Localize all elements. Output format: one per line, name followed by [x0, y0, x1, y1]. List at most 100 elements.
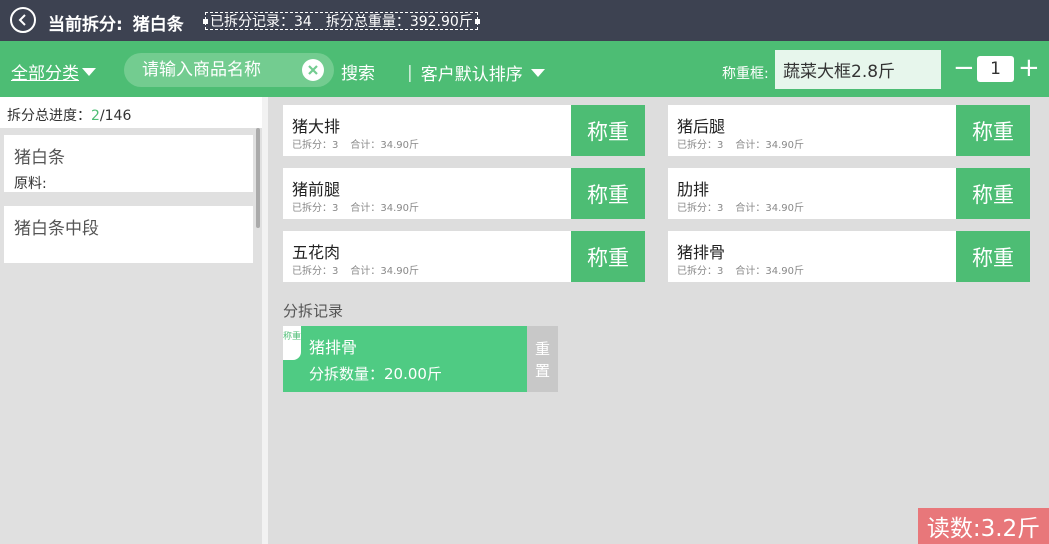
split-label: 已拆分：: [292, 140, 332, 151]
list-item[interactable]: 猪白条 原料:: [4, 135, 253, 192]
caret-down-icon: [82, 67, 96, 76]
total-label: 合计：: [350, 266, 381, 277]
total-value: 34.90斤: [380, 203, 420, 214]
frame-label: 称重框:: [722, 66, 769, 82]
scrollbar[interactable]: [256, 128, 260, 228]
qty-label: 分拆数量：: [309, 365, 385, 383]
product-name: 猪前腿: [292, 180, 341, 199]
panel-divider: [262, 97, 268, 544]
split-value: 3: [717, 266, 724, 277]
total-value: 34.90斤: [765, 266, 805, 277]
total-label: 合计：: [350, 203, 381, 214]
header-bar: 当前拆分: 猪白条 已拆分记录：34 拆分总重量：392.90斤: [0, 0, 1049, 41]
split-value: 3: [332, 266, 339, 277]
weigh-button[interactable]: 称重: [571, 231, 645, 282]
records-label: 已拆分记录：: [210, 14, 294, 30]
records-stat: 已拆分记录：34: [210, 11, 312, 31]
split-value: 3: [332, 140, 339, 151]
product-card: 猪大排 已拆分：3 合计：34.90斤 称重: [283, 105, 645, 156]
chevron-left-icon: [18, 14, 26, 26]
progress-label: 拆分总进度：: [7, 108, 91, 124]
quantity-minus-button[interactable]: −: [953, 55, 975, 81]
sort-select[interactable]: | 客户默认排序: [407, 60, 545, 85]
source-list: 猪白条 原料: 猪白条中段: [4, 135, 254, 277]
scale-reading: 读数:3.2斤: [918, 508, 1049, 544]
product-name: 猪排骨: [677, 243, 726, 262]
toolbar: 全部分类 搜索 | 客户默认排序 称重框: 蔬菜大框2.8斤 − 1 +: [0, 41, 1049, 97]
split-label: 已拆分：: [677, 203, 717, 214]
page-title: 当前拆分: 猪白条: [48, 10, 184, 35]
product-meta: 已拆分：3 合计：34.90斤: [292, 136, 419, 151]
record-name: 猪排骨: [309, 338, 358, 357]
weigh-button[interactable]: 称重: [956, 231, 1030, 282]
weight-stat: 拆分总重量：392.90斤: [326, 11, 473, 31]
split-stats: 已拆分记录：34 拆分总重量：392.90斤: [203, 11, 480, 31]
qty-value: 20.00斤: [384, 365, 442, 383]
records-value: 34: [294, 14, 312, 30]
total-label: 合计：: [735, 266, 766, 277]
progress-text: 拆分总进度：2/146: [0, 97, 262, 128]
product-name: 猪大排: [292, 117, 341, 136]
search-box: [124, 53, 334, 87]
quantity-plus-button[interactable]: +: [1018, 55, 1040, 81]
quantity-input[interactable]: 1: [977, 56, 1014, 82]
split-label: 已拆分：: [292, 203, 332, 214]
record-card[interactable]: 称重 猪排骨 分拆数量：20.00斤: [283, 326, 527, 392]
search-button[interactable]: 搜索: [341, 59, 375, 84]
source-panel: 拆分总进度：2/146 猪白条 原料: 猪白条中段: [0, 97, 262, 544]
category-select[interactable]: 全部分类: [11, 59, 96, 84]
total-label: 合计：: [735, 140, 766, 151]
split-value: 3: [717, 203, 724, 214]
sort-label: 客户默认排序: [420, 65, 523, 85]
progress-done: 2: [91, 108, 100, 124]
clear-button[interactable]: [302, 59, 324, 81]
total-value: 34.90斤: [380, 140, 420, 151]
title-value: 猪白条: [132, 15, 184, 35]
product-card: 猪后腿 已拆分：3 合计：34.90斤 称重: [668, 105, 1030, 156]
title-label: 当前拆分:: [48, 15, 123, 35]
total-value: 34.90斤: [765, 203, 805, 214]
product-meta: 已拆分：3 合计：34.90斤: [292, 262, 419, 277]
product-meta: 已拆分：3 合计：34.90斤: [677, 136, 804, 151]
split-value: 3: [717, 140, 724, 151]
product-name: 五花肉: [292, 243, 341, 262]
list-item[interactable]: 猪白条中段: [4, 206, 253, 263]
product-meta: 已拆分：3 合计：34.90斤: [677, 199, 804, 214]
record-qty: 分拆数量：20.00斤: [309, 363, 442, 384]
caret-down-icon: [530, 68, 545, 77]
frame-select[interactable]: 蔬菜大框2.8斤: [775, 50, 941, 89]
back-button[interactable]: [10, 7, 36, 33]
product-card: 肋排 已拆分：3 合计：34.90斤 称重: [668, 168, 1030, 219]
weigh-button[interactable]: 称重: [571, 105, 645, 156]
product-card: 猪排骨 已拆分：3 合计：34.90斤 称重: [668, 231, 1030, 282]
split-label: 已拆分：: [292, 266, 332, 277]
weigh-button[interactable]: 称重: [956, 168, 1030, 219]
total-label: 合计：: [350, 140, 381, 151]
product-card: 五花肉 已拆分：3 合计：34.90斤 称重: [283, 231, 645, 282]
item-name: 猪白条: [14, 148, 65, 168]
record-tag: 称重: [283, 326, 301, 360]
split-value: 3: [332, 203, 339, 214]
category-label: 全部分类: [11, 64, 79, 84]
total-value: 34.90斤: [380, 266, 420, 277]
divider-bar: |: [407, 62, 413, 83]
close-icon: [308, 65, 318, 75]
split-label: 已拆分：: [677, 266, 717, 277]
weigh-button[interactable]: 称重: [956, 105, 1030, 156]
split-label: 已拆分：: [677, 140, 717, 151]
product-meta: 已拆分：3 合计：34.90斤: [292, 199, 419, 214]
product-meta: 已拆分：3 合计：34.90斤: [677, 262, 804, 277]
product-name: 猪后腿: [677, 117, 726, 136]
total-label: 合计：: [735, 203, 766, 214]
reset-button[interactable]: 重置: [527, 326, 558, 392]
item-sub: 原料:: [14, 176, 47, 192]
total-value: 34.90斤: [765, 140, 805, 151]
progress-total: /146: [99, 108, 132, 124]
weigh-button[interactable]: 称重: [571, 168, 645, 219]
weight-value: 392.90斤: [409, 14, 473, 30]
product-name: 肋排: [677, 180, 710, 199]
records-title: 分拆记录: [283, 302, 344, 320]
weight-label: 拆分总重量：: [325, 14, 410, 30]
search-input[interactable]: [142, 60, 302, 80]
product-card: 猪前腿 已拆分：3 合计：34.90斤 称重: [283, 168, 645, 219]
